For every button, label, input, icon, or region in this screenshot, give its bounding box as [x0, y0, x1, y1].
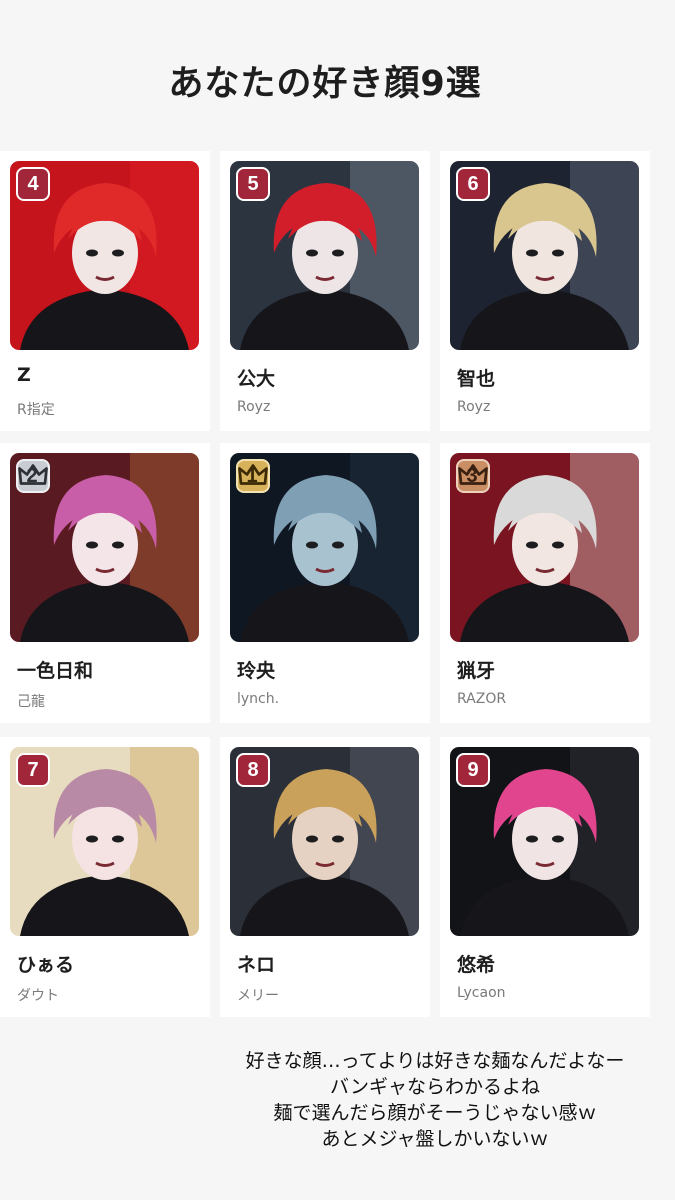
rank-number: 4	[27, 172, 39, 195]
rank-badge: 8	[236, 753, 270, 787]
rank-number: 8	[247, 758, 259, 781]
rank-number: 6	[467, 172, 479, 195]
band-name: Royz	[457, 399, 491, 415]
artist-name: 智也	[457, 368, 496, 390]
ranking-card[interactable]: 5 公大 Royz	[220, 151, 430, 431]
caption-text: 好きな顔…ってよりは好きな麺なんだよなー バンギャならわかるよね 麺で選んだら顔…	[215, 1048, 655, 1152]
rank-badge: 7	[16, 753, 50, 787]
ranking-card[interactable]: 3 猟牙 RAZOR	[440, 443, 650, 723]
artist-photo[interactable]: 8	[230, 747, 419, 936]
caption-line: 麺で選んだら顔がそーうじゃない感ｗ	[273, 1102, 597, 1124]
crown-icon	[18, 464, 48, 485]
artist-name: 一色日和	[17, 660, 94, 682]
ranking-card[interactable]: 1 玲央 lynch.	[220, 443, 430, 723]
rank-badge: 5	[236, 167, 270, 201]
ranking-card[interactable]: 7 ひぁるダウト	[0, 737, 210, 1017]
band-name: Lycaon	[457, 985, 506, 1001]
band-name: 己龍	[17, 694, 45, 710]
rank-badge: 3	[456, 459, 490, 493]
ranking-card[interactable]: 4 Z R指定	[0, 151, 210, 431]
rank-badge: 9	[456, 753, 490, 787]
rank-badge: 2	[16, 459, 50, 493]
artist-photo[interactable]: 1	[230, 453, 419, 642]
band-name: ダウト	[17, 988, 59, 1004]
band-name: メリー	[237, 988, 279, 1004]
band-name: RAZOR	[457, 691, 507, 707]
rank-number: 5	[247, 172, 259, 195]
artist-photo[interactable]: 9	[450, 747, 639, 936]
artist-name: ネロ	[237, 954, 276, 976]
artist-name: 公大	[237, 368, 276, 390]
artist-photo[interactable]: 4	[10, 161, 199, 350]
artist-name: Z	[17, 364, 31, 386]
artist-name: 玲央	[237, 660, 276, 682]
caption-line: バンギャならわかるよね	[330, 1076, 540, 1098]
ranking-card[interactable]: 9 悠希 Lycaon	[440, 737, 650, 1017]
caption-line: あとメジャ盤しかいないｗ	[321, 1128, 549, 1150]
rank-badge: 6	[456, 167, 490, 201]
artist-photo[interactable]: 3	[450, 453, 639, 642]
artist-name: 悠希	[457, 954, 496, 976]
crown-icon	[458, 464, 488, 485]
band-name: Royz	[237, 399, 271, 415]
rank-badge: 1	[236, 459, 270, 493]
crown-icon	[238, 464, 268, 485]
ranking-card[interactable]: 6 智也 Royz	[440, 151, 650, 431]
page-title: あなたの好き顔9選	[168, 64, 482, 104]
artist-photo[interactable]: 2	[10, 453, 199, 642]
rank-badge: 4	[16, 167, 50, 201]
band-name: lynch.	[237, 691, 280, 707]
artist-name: 猟牙	[457, 660, 496, 682]
artist-name: ひぁる	[17, 954, 75, 976]
artist-photo[interactable]: 6	[450, 161, 639, 350]
ranking-card[interactable]: 8 ネロメリー	[220, 737, 430, 1017]
artist-photo[interactable]: 7	[10, 747, 199, 936]
rank-number: 9	[467, 758, 479, 781]
rank-number: 7	[27, 758, 39, 781]
ranking-card[interactable]: 2 一色日和己龍	[0, 443, 210, 723]
band-name: R指定	[17, 402, 55, 418]
artist-photo[interactable]: 5	[230, 161, 419, 350]
caption-line: 好きな顔…ってよりは好きな麺なんだよなー	[245, 1050, 625, 1072]
